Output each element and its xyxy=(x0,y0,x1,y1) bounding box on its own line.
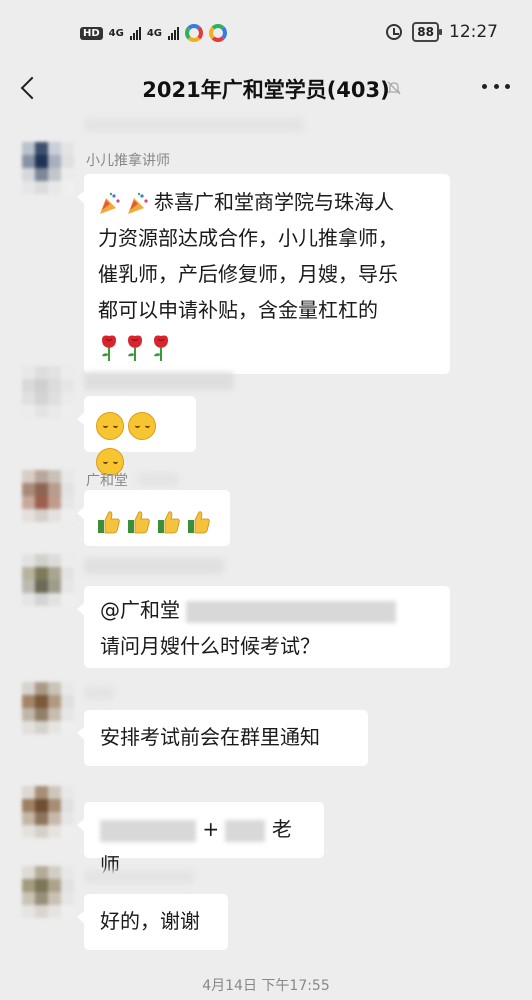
mention-line: @广和堂 xyxy=(100,592,434,628)
chat-title[interactable]: 2021年广和堂学员(403) xyxy=(0,74,532,104)
status-right-icons: 88 12:27 xyxy=(386,22,498,42)
message-line: 恭喜广和堂商学院与珠海人 xyxy=(98,184,436,220)
signal-icon xyxy=(129,26,141,40)
message-bubble[interactable]: 恭喜广和堂商学院与珠海人 力资源部达成合作，小儿推拿师， 催乳师，产后修复师，月… xyxy=(77,174,450,374)
hugging-face-icon xyxy=(96,411,124,440)
hd-badge: HD xyxy=(80,26,103,40)
battery-icon: 88 xyxy=(412,22,442,42)
thumbs-up-icon xyxy=(188,510,210,533)
blurred-text xyxy=(100,819,196,842)
blurred-sender-name xyxy=(84,372,234,390)
message-text: 请问月嫂什么时候考试？ xyxy=(100,634,320,658)
message-bubble[interactable]: 好的，谢谢 xyxy=(77,894,228,950)
rose-row xyxy=(98,328,436,364)
chat-header: 2021年广和堂学员(403) xyxy=(0,64,532,112)
avatar[interactable] xyxy=(22,682,74,734)
avatar[interactable] xyxy=(22,366,74,418)
blurred-text xyxy=(84,118,304,132)
thumbs-up-icon xyxy=(158,510,180,533)
message-text: 力资源部达成合作，小儿推拿师， xyxy=(98,226,398,250)
alarm-icon xyxy=(386,24,403,40)
blurred-mention-name xyxy=(186,600,397,623)
sender-name: 小儿推拿讲师 xyxy=(86,153,170,169)
mention-text[interactable]: @广和堂 xyxy=(100,598,180,622)
clock: 12:27 xyxy=(449,22,498,42)
status-left-icons: HD 4G 4G xyxy=(80,24,228,42)
avatar[interactable] xyxy=(22,786,74,838)
sender-name: 广和堂 xyxy=(86,473,128,489)
app-notification-icon xyxy=(185,24,204,42)
thumbs-up-icon xyxy=(98,510,120,533)
timestamp: 4月14日 下午17:55 xyxy=(202,978,330,994)
network-4g-label-2: 4G xyxy=(146,27,163,39)
blurred-sender-suffix xyxy=(138,472,178,486)
message-bubble[interactable]: @广和堂 请问月嫂什么时候考试？ xyxy=(77,586,450,668)
rose-icon xyxy=(128,335,142,361)
network-4g-label: 4G xyxy=(108,27,124,39)
rose-icon xyxy=(102,335,116,361)
message-text: 都可以申请补贴，含金量杠杠的 xyxy=(98,298,378,322)
app-notification-icon-2 xyxy=(209,24,228,42)
message-bubble[interactable] xyxy=(77,490,230,546)
message-text: 恭喜广和堂商学院与珠海人 xyxy=(154,190,394,214)
more-dots-icon[interactable] xyxy=(482,84,510,92)
party-popper-icon xyxy=(100,192,120,214)
message-text: 催乳师，产后修复师，月嫂，导乐 xyxy=(98,262,398,286)
thumbs-up-icon xyxy=(128,510,150,533)
blurred-text xyxy=(225,819,266,842)
party-popper-icon xyxy=(128,192,148,214)
rose-icon xyxy=(154,335,168,361)
avatar[interactable] xyxy=(22,866,74,918)
message-bubble[interactable]: 安排考试前会在群里通知 xyxy=(77,710,368,766)
plus-sign: + xyxy=(202,817,220,841)
avatar[interactable] xyxy=(22,554,74,606)
message-bubble[interactable] xyxy=(77,396,196,476)
message-text: 好的，谢谢 xyxy=(100,909,200,933)
blurred-sender-name xyxy=(84,558,224,574)
hugging-face-icon xyxy=(128,411,156,440)
message-bubble[interactable]: + 老师 xyxy=(77,802,324,877)
blurred-sender-name xyxy=(84,870,194,884)
mute-bell-icon xyxy=(387,81,401,95)
status-bar: HD 4G 4G 88 12:27 xyxy=(0,0,532,64)
avatar[interactable] xyxy=(22,142,74,194)
message-text: 安排考试前会在群里通知 xyxy=(100,725,320,749)
blurred-sender-name xyxy=(84,686,114,700)
avatar[interactable] xyxy=(22,470,74,522)
signal-icon-2 xyxy=(168,26,180,40)
